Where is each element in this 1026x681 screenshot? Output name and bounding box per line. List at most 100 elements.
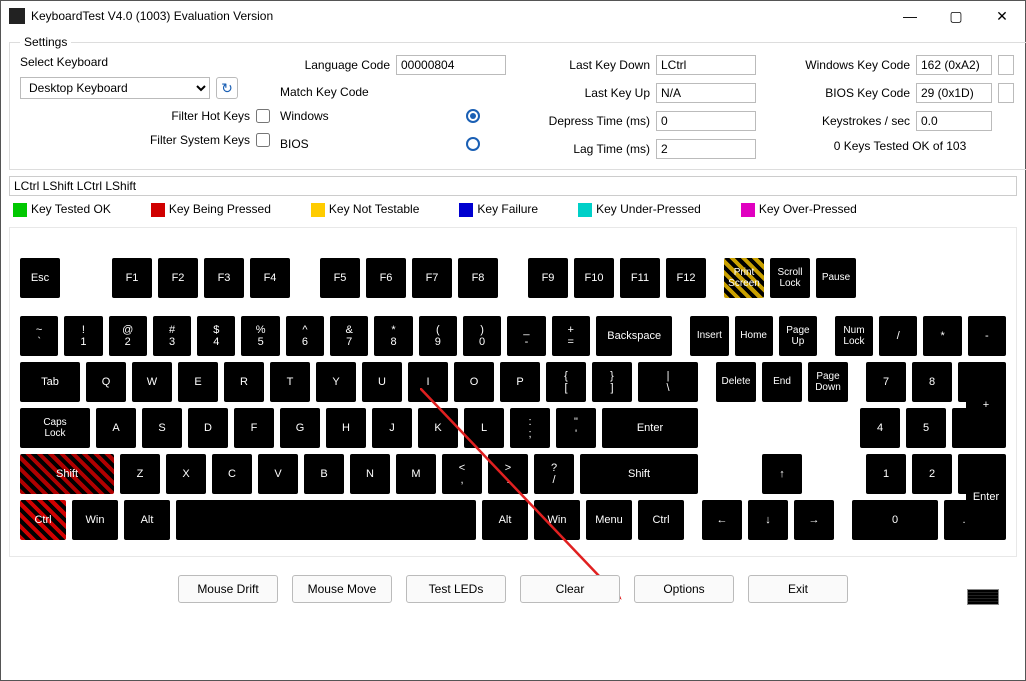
- key-np-4[interactable]: 4: [860, 408, 900, 448]
- key-3[interactable]: #3: [153, 316, 191, 356]
- key-l[interactable]: L: [464, 408, 504, 448]
- key-quote[interactable]: "': [556, 408, 596, 448]
- options-button[interactable]: Options: [634, 575, 734, 603]
- key-g[interactable]: G: [280, 408, 320, 448]
- key-n[interactable]: N: [350, 454, 390, 494]
- key-8[interactable]: *8: [374, 316, 412, 356]
- keyboard-select[interactable]: Desktop Keyboard: [20, 77, 210, 99]
- maximize-button[interactable]: ▢: [933, 1, 979, 31]
- key-page-down[interactable]: PageDown: [808, 362, 848, 402]
- key-np-7[interactable]: 7: [866, 362, 906, 402]
- exit-button[interactable]: Exit: [748, 575, 848, 603]
- key-9[interactable]: (9: [419, 316, 457, 356]
- key-tab[interactable]: Tab: [20, 362, 80, 402]
- key-equals[interactable]: +=: [552, 316, 590, 356]
- key-end[interactable]: End: [762, 362, 802, 402]
- language-code-field[interactable]: [396, 55, 506, 75]
- key-b[interactable]: B: [304, 454, 344, 494]
- key-minus[interactable]: _-: [507, 316, 545, 356]
- key-x[interactable]: X: [166, 454, 206, 494]
- key-backspace[interactable]: Backspace: [596, 316, 673, 356]
- key-m[interactable]: M: [396, 454, 436, 494]
- key-lwin[interactable]: Win: [72, 500, 118, 540]
- key-comma[interactable]: <,: [442, 454, 482, 494]
- key-6[interactable]: ^6: [286, 316, 324, 356]
- key-menu[interactable]: Menu: [586, 500, 632, 540]
- key-k[interactable]: K: [418, 408, 458, 448]
- key-insert[interactable]: Insert: [690, 316, 728, 356]
- key-lalt[interactable]: Alt: [124, 500, 170, 540]
- key-f9[interactable]: F9: [528, 258, 568, 298]
- key-lctrl[interactable]: Ctrl: [20, 500, 66, 540]
- key-r[interactable]: R: [224, 362, 264, 402]
- key-right[interactable]: →: [794, 500, 834, 540]
- key-2[interactable]: @2: [109, 316, 147, 356]
- refresh-button[interactable]: ↻: [216, 77, 238, 99]
- key-p[interactable]: P: [500, 362, 540, 402]
- key-f10[interactable]: F10: [574, 258, 614, 298]
- key-np-subtract[interactable]: -: [968, 316, 1006, 356]
- key-4[interactable]: $4: [197, 316, 235, 356]
- key-enter[interactable]: Enter: [602, 408, 698, 448]
- key-c[interactable]: C: [212, 454, 252, 494]
- key-7[interactable]: &7: [330, 316, 368, 356]
- minimize-button[interactable]: —: [887, 1, 933, 31]
- key-down[interactable]: ↓: [748, 500, 788, 540]
- key-0[interactable]: )0: [463, 316, 501, 356]
- key-f5[interactable]: F5: [320, 258, 360, 298]
- key-np-0[interactable]: 0: [852, 500, 938, 540]
- key-f1[interactable]: F1: [112, 258, 152, 298]
- key-np-multiply[interactable]: *: [923, 316, 961, 356]
- key-f[interactable]: F: [234, 408, 274, 448]
- key-f8[interactable]: F8: [458, 258, 498, 298]
- clear-button[interactable]: Clear: [520, 575, 620, 603]
- key-np-divide[interactable]: /: [879, 316, 917, 356]
- key-s[interactable]: S: [142, 408, 182, 448]
- match-windows-radio[interactable]: [466, 109, 480, 123]
- key-scroll-lock[interactable]: ScrollLock: [770, 258, 810, 298]
- filter-system-keys-checkbox[interactable]: [256, 133, 270, 147]
- key-f11[interactable]: F11: [620, 258, 660, 298]
- key-f3[interactable]: F3: [204, 258, 244, 298]
- key-lbracket[interactable]: {[: [546, 362, 586, 402]
- key-h[interactable]: H: [326, 408, 366, 448]
- key-f4[interactable]: F4: [250, 258, 290, 298]
- test-leds-button[interactable]: Test LEDs: [406, 575, 506, 603]
- key-print-screen[interactable]: PrintScreen: [724, 258, 764, 298]
- key-v[interactable]: V: [258, 454, 298, 494]
- key-up[interactable]: ↑: [762, 454, 802, 494]
- key-1[interactable]: !1: [64, 316, 102, 356]
- key-np-add[interactable]: +: [966, 362, 1006, 448]
- key-tilde[interactable]: ~`: [20, 316, 58, 356]
- key-ralt[interactable]: Alt: [482, 500, 528, 540]
- key-slash[interactable]: ?/: [534, 454, 574, 494]
- key-pause[interactable]: Pause: [816, 258, 856, 298]
- key-period[interactable]: >.: [488, 454, 528, 494]
- match-bios-radio[interactable]: [466, 137, 480, 151]
- key-e[interactable]: E: [178, 362, 218, 402]
- key-backslash[interactable]: |\: [638, 362, 698, 402]
- key-caps-lock[interactable]: CapsLock: [20, 408, 90, 448]
- key-t[interactable]: T: [270, 362, 310, 402]
- key-num-lock[interactable]: NumLock: [835, 316, 873, 356]
- key-u[interactable]: U: [362, 362, 402, 402]
- close-button[interactable]: ✕: [979, 1, 1025, 31]
- key-a[interactable]: A: [96, 408, 136, 448]
- key-np-enter[interactable]: Enter: [966, 454, 1006, 540]
- key-rwin[interactable]: Win: [534, 500, 580, 540]
- key-5[interactable]: %5: [241, 316, 279, 356]
- mouse-move-button[interactable]: Mouse Move: [292, 575, 392, 603]
- key-page-up[interactable]: PageUp: [779, 316, 817, 356]
- key-space[interactable]: [176, 500, 476, 540]
- key-np-1[interactable]: 1: [866, 454, 906, 494]
- key-esc[interactable]: Esc: [20, 258, 60, 298]
- key-f12[interactable]: F12: [666, 258, 706, 298]
- key-delete[interactable]: Delete: [716, 362, 756, 402]
- key-home[interactable]: Home: [735, 316, 773, 356]
- key-rshift[interactable]: Shift: [580, 454, 698, 494]
- key-d[interactable]: D: [188, 408, 228, 448]
- mouse-drift-button[interactable]: Mouse Drift: [178, 575, 278, 603]
- key-q[interactable]: Q: [86, 362, 126, 402]
- key-f2[interactable]: F2: [158, 258, 198, 298]
- key-rbracket[interactable]: }]: [592, 362, 632, 402]
